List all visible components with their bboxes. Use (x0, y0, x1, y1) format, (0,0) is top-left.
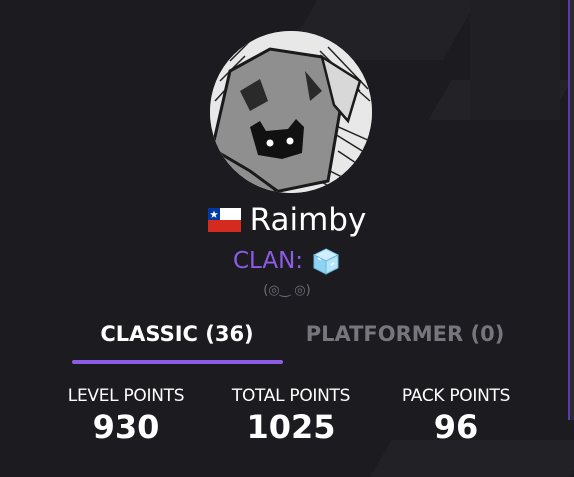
stat-pack-points: PACK POINTS 96 (380, 386, 532, 446)
active-tab-indicator (72, 360, 283, 364)
stat-label: PACK POINTS (401, 386, 511, 406)
stat-total-points: TOTAL POINTS 1025 (215, 386, 367, 446)
tab-classic[interactable]: CLASSIC (36) (72, 312, 282, 356)
ice-cube-icon (312, 248, 340, 275)
avatar-image (210, 31, 372, 193)
clan-label: CLAN: (232, 248, 304, 274)
stat-label: LEVEL POINTS (67, 386, 185, 406)
name-row: Raimby (0, 198, 574, 242)
avatar (210, 31, 372, 193)
chile-flag-icon (207, 208, 241, 232)
stats-row: LEVEL POINTS 930 TOTAL POINTS 1025 PACK … (0, 386, 574, 456)
stat-value: 96 (433, 408, 479, 446)
stat-label: TOTAL POINTS (231, 386, 351, 406)
mode-tabs: CLASSIC (36) PLATFORMER (0) (70, 312, 520, 364)
profile-subtitle: (◎‿ ◎) (263, 283, 311, 298)
stat-value: 930 (92, 408, 160, 446)
profile-panel: Raimby CLAN: (◎‿ ◎) CLASSIC (36) PLATFOR… (0, 0, 574, 477)
clan-row[interactable]: CLAN: (0, 244, 574, 278)
background-shape (470, 0, 560, 120)
tab-platformer[interactable]: PLATFORMER (0) (290, 312, 520, 356)
stat-value: 1025 (246, 408, 336, 446)
username: Raimby (249, 202, 367, 238)
stat-level-points: LEVEL POINTS 930 (50, 386, 202, 446)
